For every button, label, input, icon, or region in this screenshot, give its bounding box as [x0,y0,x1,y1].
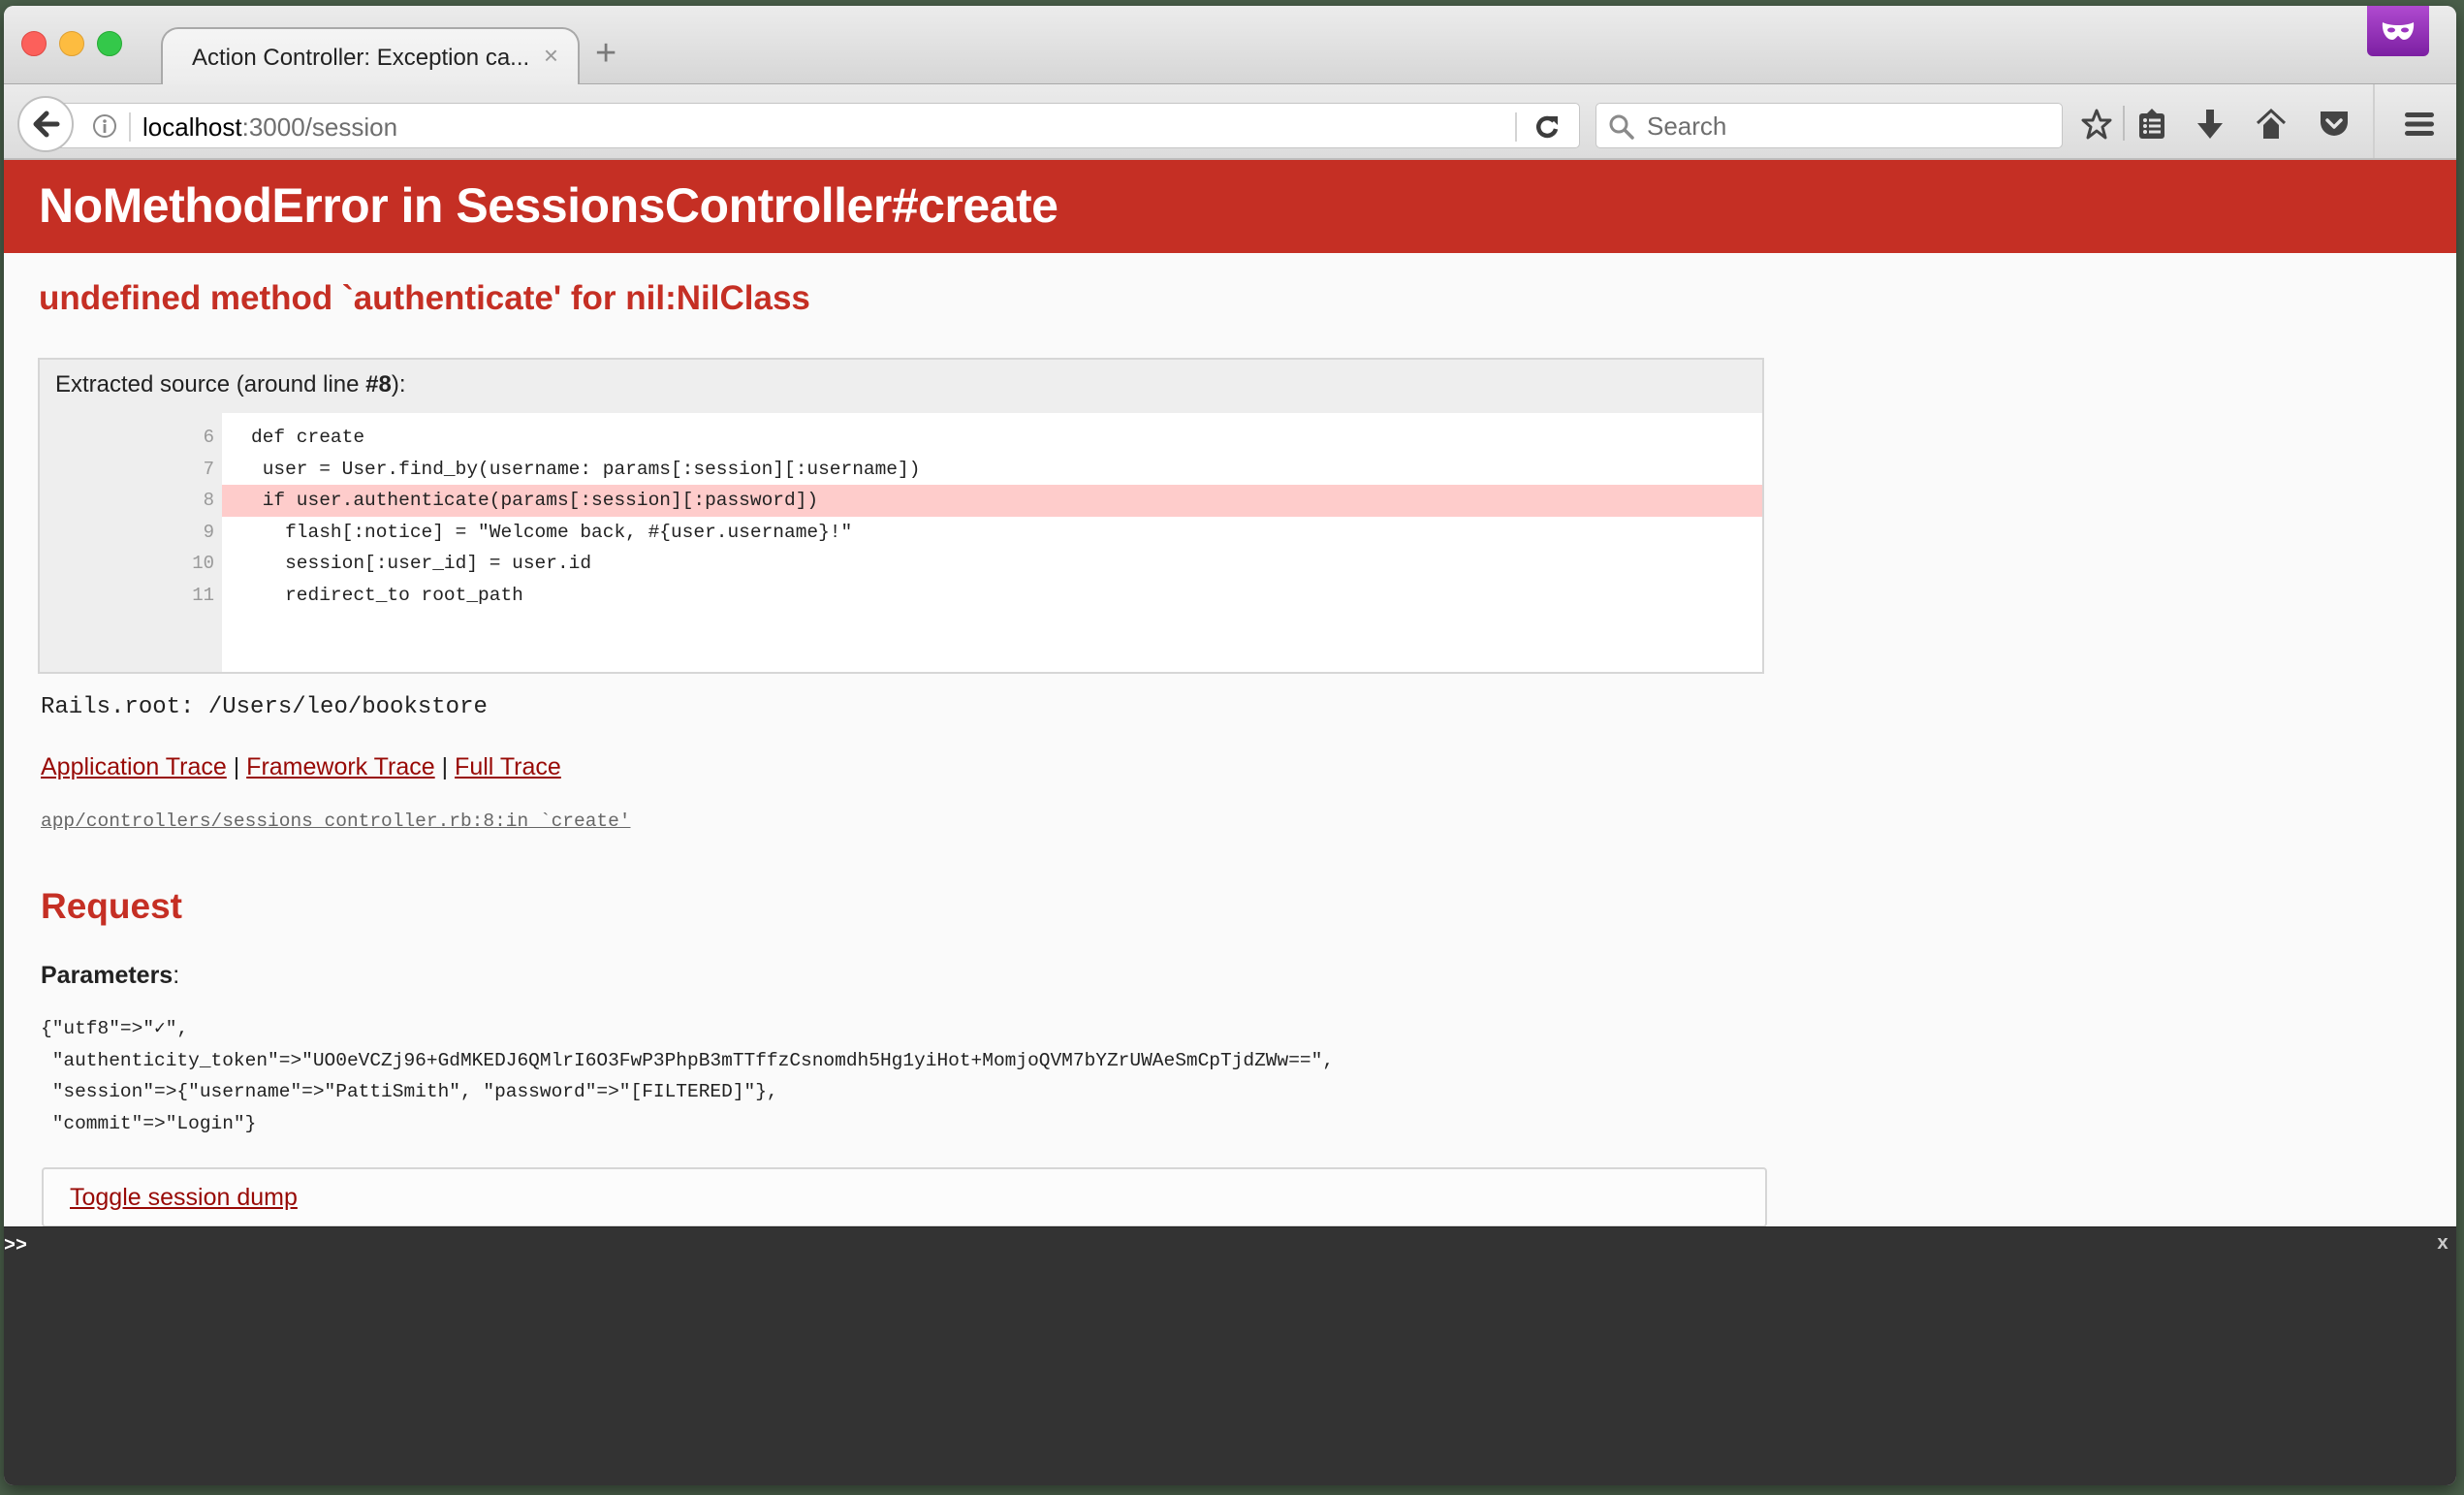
rails-error-page: NoMethodError in SessionsController#crea… [4,160,2456,1227]
source-title-suffix: ): [391,371,406,398]
trace-separator: | [226,753,247,780]
code-line: flash[:notice] = "Welcome back, #{user.u… [251,521,853,543]
site-info-icon[interactable] [92,113,117,139]
line-number: 8 [203,490,214,512]
extracted-source: Extracted source (around line #8): 6 7 8 9 1… [38,358,1764,674]
downloads-icon[interactable] [2191,105,2229,143]
source-title-line: #8 [365,371,392,398]
code-line: redirect_to root_path [251,585,523,606]
url-text[interactable]: localhost:3000/session [142,112,397,143]
bookmark-star-icon[interactable] [2077,105,2116,143]
hamburger-menu-icon[interactable] [2400,105,2439,143]
url-separator [129,112,131,142]
window-maximize-button[interactable] [97,31,122,56]
framework-trace-link[interactable]: Framework Trace [246,753,434,780]
error-message: undefined method `authenticate' for nil:… [39,279,810,317]
code-line: session[:user_id] = user.id [251,553,592,575]
window-close-button[interactable] [21,31,47,56]
trace-entry-link[interactable]: app/controllers/sessions_controller.rb:8… [41,811,631,832]
console-prompt: >> [4,1235,28,1257]
line-number: 7 [203,458,214,480]
code-line: def create [251,427,365,448]
source-title: Extracted source (around line #8): [55,371,406,398]
toolbar-separator [2373,84,2375,158]
application-trace-link[interactable]: Application Trace [41,753,227,780]
home-icon[interactable] [2252,105,2290,143]
session-dump-box: Toggle session dump [42,1167,1767,1227]
reload-icon[interactable] [1532,112,1562,142]
parameters-label-text: Parameters [41,962,174,989]
search-bar[interactable] [1595,103,2063,149]
tab-close-icon[interactable]: × [544,41,558,71]
code-line-highlighted: if user.authenticate(params[:session][:p… [222,485,1762,517]
toggle-session-dump-link[interactable]: Toggle session dump [70,1184,298,1212]
window-minimize-button[interactable] [59,31,84,56]
bookmarks-list-icon[interactable] [2132,105,2171,143]
line-number: 9 [203,521,214,543]
url-host: localhost [142,112,242,142]
line-number: 10 [192,553,214,575]
line-numbers: 6 7 8 9 10 11 [40,413,214,672]
request-title: Request [41,886,182,926]
web-console: >> x [4,1226,2456,1485]
console-close-button[interactable]: x [2437,1233,2448,1256]
trace-separator: | [434,753,456,780]
parameters-label: Parameters: [41,962,179,990]
trace-links: Application Trace | Framework Trace | Fu… [41,753,561,781]
pocket-icon[interactable] [2315,105,2353,143]
tab-title: Action Controller: Exception ca... [192,45,530,71]
toolbar-separator [2123,106,2125,141]
error-title: NoMethodError in SessionsController#crea… [39,178,1058,233]
source-title-prefix: Extracted source (around line [55,371,366,398]
error-header: NoMethodError in SessionsController#crea… [4,160,2456,253]
url-separator [1515,112,1517,142]
search-icon [1609,114,1634,140]
rails-root: Rails.root: /Users/leo/bookstore [41,694,488,720]
private-browsing-mask-icon [2367,6,2429,56]
code-area: def create user = User.find_by(username:… [222,413,1762,672]
url-path: :3000/session [241,112,398,142]
back-arrow-icon [33,111,60,138]
back-button[interactable] [17,96,74,152]
full-trace-link[interactable]: Full Trace [455,753,561,780]
code-line: user = User.find_by(username: params[:se… [251,458,921,480]
search-input[interactable] [1645,104,2056,149]
navigation-toolbar: localhost:3000/session [4,84,2456,160]
browser-window: Action Controller: Exception ca... × + l… [4,6,2456,1485]
console-input[interactable] [35,1233,2365,1264]
parameters-dump: {"utf8"=>"✓", "authenticity_token"=>"UO0… [41,1018,1335,1134]
new-tab-button[interactable]: + [595,35,616,72]
parameters-colon: : [173,962,180,989]
tab-strip: Action Controller: Exception ca... × + [4,6,2456,85]
line-number: 11 [192,585,214,606]
line-number: 6 [203,427,214,448]
url-bar[interactable]: localhost:3000/session [47,103,1580,148]
tab-active[interactable]: Action Controller: Exception ca... × [161,27,580,85]
